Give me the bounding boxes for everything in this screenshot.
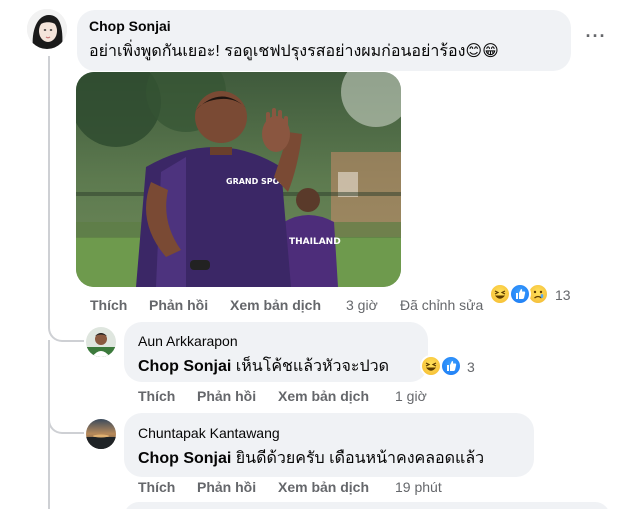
avatar-portrait-icon	[27, 9, 67, 49]
translate-action[interactable]: Xem bản dịch	[278, 479, 369, 495]
avatar[interactable]	[86, 419, 116, 449]
reply-action[interactable]: Phản hồi	[197, 479, 256, 495]
comment-author[interactable]: Aun Arkkarapon	[138, 333, 238, 349]
thread-connector	[48, 318, 84, 342]
mention-link[interactable]: Chop Sonjai	[138, 450, 231, 467]
comment-timestamp[interactable]: 19 phút	[395, 479, 442, 495]
avatar-landscape-icon	[86, 419, 116, 449]
comment-text: Chop Sonjai เห็นโค้ชแล้วหัวจะปวด	[138, 354, 389, 379]
coach-photo-image: THAILAND GRAND SPORT	[76, 72, 401, 287]
more-options-button[interactable]: ···	[580, 26, 612, 54]
reaction-count[interactable]: 13	[555, 287, 571, 303]
mention-link[interactable]: Chop Sonjai	[138, 358, 231, 375]
edited-label[interactable]: Đã chỉnh sửa	[400, 297, 483, 313]
haha-reaction-icon	[489, 283, 511, 305]
reply-action[interactable]: Phản hồi	[149, 297, 208, 313]
comment-photo[interactable]: THAILAND GRAND SPORT	[76, 72, 401, 287]
comment-actions: Thích Phản hồi Xem bản dịch 3 giờ Đã chỉ…	[90, 297, 550, 315]
player-jersey-text: THAILAND	[289, 237, 341, 247]
comment-text-body: เห็นโค้ชแล้วหัวจะปวด	[235, 358, 390, 375]
reaction-summary[interactable]: 13	[485, 283, 585, 307]
comment-emoji: 😊😁	[465, 43, 499, 60]
translate-action[interactable]: Xem bản dịch	[230, 297, 321, 313]
comment-actions: Thích Phản hồi Xem bản dịch 19 phút	[138, 479, 468, 497]
thread-connector	[48, 410, 84, 434]
reply-action[interactable]: Phản hồi	[197, 388, 256, 404]
thread-line	[48, 434, 50, 509]
thread-line	[48, 56, 50, 326]
comment-author[interactable]: Chuntapak Kantawang	[138, 425, 280, 441]
comment-actions: Thích Phản hồi Xem bản dịch 1 giờ	[138, 388, 458, 406]
like-reaction-icon	[509, 283, 531, 305]
like-action[interactable]: Thích	[138, 479, 175, 495]
comment-text: Chop Sonjai ยินดีด้วยครับ เดือนหน้าคงคลอ…	[138, 446, 484, 471]
comment-author[interactable]: Chop Sonjai	[89, 18, 171, 34]
comment-timestamp[interactable]: 1 giờ	[395, 388, 427, 404]
comment-text-body: อย่าเพิ่งพูดกันเยอะ! รอดูเชฟปรุงรสอย่างผ…	[89, 43, 466, 60]
haha-reaction-icon	[420, 355, 442, 377]
comment-text: อย่าเพิ่งพูดกันเยอะ! รอดูเชฟปรุงรสอย่างผ…	[89, 39, 499, 64]
avatar[interactable]	[27, 9, 67, 49]
avatar-portrait-icon	[86, 327, 116, 357]
like-action[interactable]: Thích	[138, 388, 175, 404]
avatar[interactable]	[86, 327, 116, 357]
translate-action[interactable]: Xem bản dịch	[278, 388, 369, 404]
like-action[interactable]: Thích	[90, 297, 127, 313]
comment-text-body: ยินดีด้วยครับ เดือนหน้าคงคลอดแล้ว	[235, 450, 485, 467]
comment-timestamp[interactable]: 3 giờ	[346, 297, 378, 313]
reaction-summary[interactable]: 3	[418, 355, 482, 379]
comment-bubble	[124, 502, 610, 509]
reaction-count[interactable]: 3	[467, 359, 475, 375]
like-reaction-icon	[440, 355, 462, 377]
